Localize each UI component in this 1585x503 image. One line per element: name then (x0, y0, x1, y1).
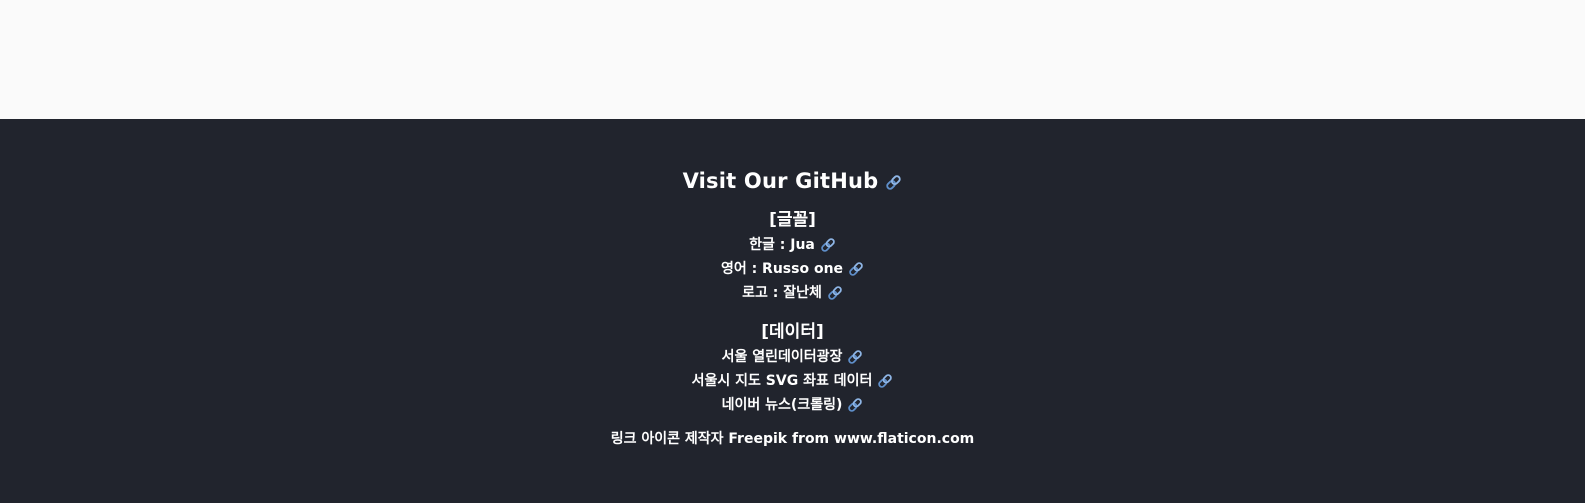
icon-credit-text: 링크 아이콘 제작자 Freepik from www.flaticon.com (610, 431, 975, 447)
data-item-label[interactable]: 서울시 지도 SVG 좌표 데이터 (692, 369, 873, 393)
data-item-seoul-svg-map[interactable]: 서울시 지도 SVG 좌표 데이터 (692, 369, 894, 393)
font-item-label[interactable]: 한글 : Jua (749, 233, 815, 257)
link-icon[interactable] (820, 237, 836, 253)
page-content-area (0, 0, 1585, 119)
data-item-label[interactable]: 서울 열린데이터광장 (722, 345, 843, 369)
link-icon[interactable] (877, 373, 893, 389)
link-icon[interactable] (847, 349, 863, 365)
link-icon[interactable] (848, 261, 864, 277)
fonts-section-title: [글꼴] (769, 210, 816, 230)
font-item-korean[interactable]: 한글 : Jua (749, 233, 836, 257)
font-item-label[interactable]: 영어 : Russo one (721, 257, 843, 281)
link-icon[interactable] (885, 174, 902, 191)
font-item-logo[interactable]: 로고 : 잘난체 (742, 281, 843, 305)
data-item-naver-news[interactable]: 네이버 뉴스(크롤링) (722, 393, 864, 417)
site-footer: Visit Our GitHub [글꼴] 한글 : Jua 영어: Russ… (0, 119, 1585, 503)
github-link-row[interactable]: Visit Our GitHub (683, 165, 903, 197)
link-icon[interactable] (827, 285, 843, 301)
data-item-seoul-open-data[interactable]: 서울 열린데이터광장 (722, 345, 864, 369)
github-link-text[interactable]: Visit Our GitHub (683, 169, 879, 193)
link-icon[interactable] (847, 397, 863, 413)
data-item-label[interactable]: 네이버 뉴스(크롤링) (722, 393, 843, 417)
footer-content: Visit Our GitHub [글꼴] 한글 : Jua 영어: Russ… (0, 165, 1585, 451)
font-item-label[interactable]: 로고 : 잘난체 (742, 281, 822, 305)
font-item-english[interactable]: 영어 : Russo one (721, 257, 864, 281)
data-section-title: [데이터] (761, 322, 824, 342)
